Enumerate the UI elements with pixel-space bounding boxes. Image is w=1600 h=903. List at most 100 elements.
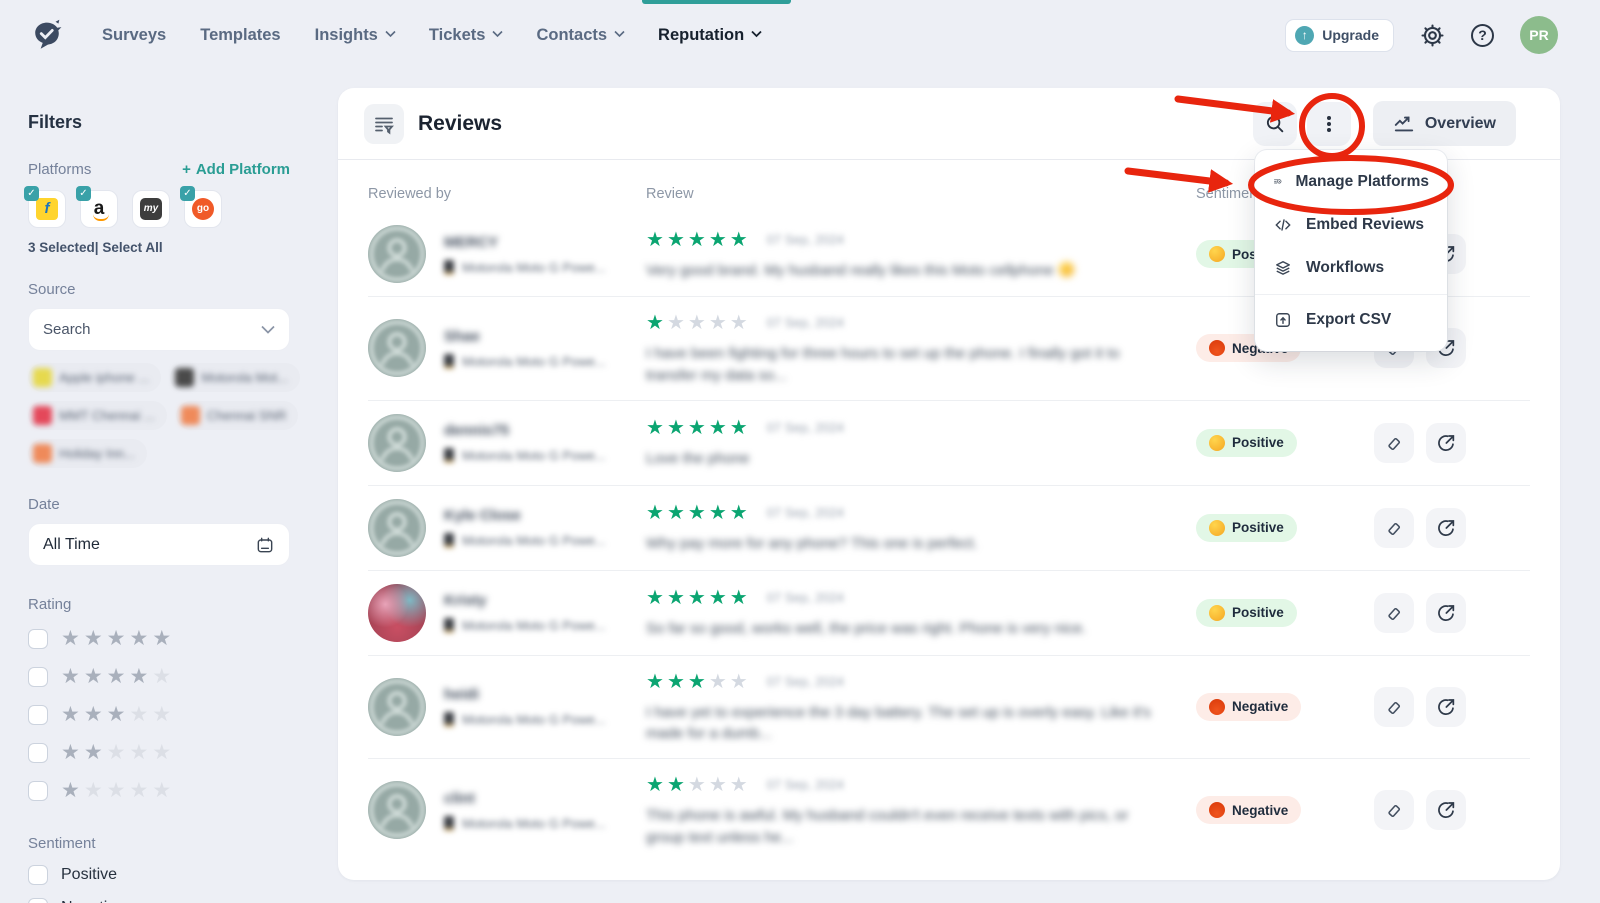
product-label: Motorola Moto G Powe... <box>444 618 606 633</box>
review-text: This phone is awful. My husband couldn't… <box>646 805 1151 849</box>
checkbox[interactable] <box>28 898 48 903</box>
source-tag[interactable]: Chennai SNR <box>176 401 299 430</box>
platforms-label: Platforms <box>28 161 91 178</box>
check-icon: ✓ <box>180 186 195 201</box>
platform-flipkart[interactable]: ✓ f <box>28 190 66 228</box>
product-label: Motorola Moto G Powe... <box>444 448 606 463</box>
column-header-review: Review <box>646 186 1196 202</box>
nav-item-surveys[interactable]: Surveys <box>102 0 166 70</box>
checkbox[interactable] <box>28 781 48 801</box>
kebab-menu-icon <box>1319 114 1339 134</box>
open-review-button[interactable] <box>1426 423 1466 463</box>
user-avatar[interactable]: PR <box>1520 16 1558 54</box>
search-icon <box>1264 113 1286 135</box>
more-options-menu: Manage Platforms Embed Reviews Workflows… <box>1255 150 1447 351</box>
date-label: Date <box>28 496 314 513</box>
create-ticket-button[interactable] <box>1374 508 1414 548</box>
checkbox[interactable] <box>28 705 48 725</box>
sentiment-badge: Positive <box>1196 599 1297 627</box>
rating-filter-2[interactable]: ★★★★★ <box>28 740 314 765</box>
open-review-button[interactable] <box>1426 687 1466 727</box>
sentiment-badge: Negative <box>1196 796 1301 824</box>
source-search-select[interactable]: Search <box>28 308 290 351</box>
table-row[interactable]: heidi Motorola Moto G Powe... ★★★★★07 Se… <box>368 655 1530 759</box>
checkbox[interactable] <box>28 629 48 649</box>
share-icon <box>1435 799 1457 821</box>
product-label: Motorola Moto G Powe... <box>444 816 606 831</box>
search-button[interactable] <box>1253 102 1297 146</box>
open-review-button[interactable] <box>1426 790 1466 830</box>
page-title: Reviews <box>418 112 502 136</box>
menu-item-embed-reviews[interactable]: Embed Reviews <box>1255 203 1447 246</box>
share-icon <box>1435 602 1457 624</box>
rating-filter-1[interactable]: ★★★★★ <box>28 778 314 803</box>
flipkart-icon: f <box>36 198 58 220</box>
export-icon <box>1273 310 1293 330</box>
menu-item-workflows[interactable]: Workflows <box>1255 246 1447 289</box>
platform-tiles: ✓ f ✓ a ✓ my ✓ go <box>28 190 314 228</box>
sentiment-filter-positive[interactable]: Positive <box>28 865 314 885</box>
nav-item-contacts[interactable]: Contacts <box>536 0 624 70</box>
review-date: 07 Sep, 2024 <box>767 315 844 330</box>
source-tag[interactable]: MMT Chennai ... <box>28 401 167 430</box>
app-logo-icon[interactable] <box>28 16 66 54</box>
source-tag[interactable]: Motorola Mot... <box>170 363 300 392</box>
checkbox[interactable] <box>28 667 48 687</box>
review-text: Why pay more for any phone? This one is … <box>646 533 1151 555</box>
create-ticket-button[interactable] <box>1374 593 1414 633</box>
sentiment-filter-negative[interactable]: Negative <box>28 898 314 903</box>
more-options-button[interactable] <box>1307 102 1351 146</box>
nav-item-insights[interactable]: Insights <box>315 0 395 70</box>
rating-filter-5[interactable]: ★★★★★ <box>28 626 314 651</box>
chevron-down-icon <box>385 30 395 40</box>
date-range-select[interactable]: All Time <box>28 523 290 566</box>
checkbox[interactable] <box>28 743 48 763</box>
check-icon: ✓ <box>76 186 91 201</box>
reviewer-avatar <box>368 225 426 283</box>
create-ticket-button[interactable] <box>1374 790 1414 830</box>
checkbox[interactable] <box>28 865 48 885</box>
select-all-link[interactable]: Select All <box>102 240 162 255</box>
add-platform-button[interactable]: + Add Platform <box>182 161 290 178</box>
menu-item-export-csv[interactable]: Export CSV <box>1255 294 1447 341</box>
makemytrip-icon: my <box>140 198 162 220</box>
rating-filter-3[interactable]: ★★★★★ <box>28 702 314 727</box>
rating-filter-4[interactable]: ★★★★★ <box>28 664 314 689</box>
sentiment-badge: Positive <box>1196 429 1297 457</box>
help-icon[interactable]: ? <box>1471 24 1494 47</box>
open-review-button[interactable] <box>1426 508 1466 548</box>
tag-icon <box>181 406 200 425</box>
source-tag[interactable]: Apple iphone ... <box>28 363 161 392</box>
reviewer-name: Kristy <box>444 592 606 609</box>
star-rating: ★★★★★ <box>646 585 751 610</box>
nav-item-reputation[interactable]: Reputation <box>658 0 761 70</box>
amazon-icon: a <box>94 202 105 216</box>
platform-amazon[interactable]: ✓ a <box>80 190 118 228</box>
menu-item-manage-platforms[interactable]: Manage Platforms <box>1255 160 1447 203</box>
table-row[interactable]: dennis75 Motorola Moto G Powe... ★★★★★07… <box>368 400 1530 485</box>
sentiment-label: Sentiment <box>28 835 314 852</box>
chevron-down-icon <box>261 321 275 339</box>
create-ticket-button[interactable] <box>1374 423 1414 463</box>
table-row[interactable]: Kristy Motorola Moto G Powe... ★★★★★07 S… <box>368 570 1530 655</box>
table-row[interactable]: clint Motorola Moto G Powe... ★★★★★07 Se… <box>368 758 1530 862</box>
check-icon: ✓ <box>24 186 39 201</box>
phone-icon <box>444 260 454 275</box>
create-ticket-button[interactable] <box>1374 687 1414 727</box>
goibibo-icon: go <box>192 198 214 220</box>
table-row[interactable]: Kyle Close Motorola Moto G Powe... ★★★★★… <box>368 485 1530 570</box>
platform-goibibo[interactable]: ✓ go <box>184 190 222 228</box>
open-review-button[interactable] <box>1426 593 1466 633</box>
overview-button[interactable]: Overview <box>1373 101 1516 146</box>
product-label: Motorola Moto G Powe... <box>444 712 606 727</box>
star-rating: ★★★★★ <box>646 669 751 694</box>
platform-makemytrip[interactable]: ✓ my <box>132 190 170 228</box>
upgrade-button[interactable]: ↑ Upgrade <box>1285 19 1394 52</box>
share-icon <box>1435 432 1457 454</box>
star-rating: ★★★★★ <box>646 310 751 335</box>
settings-gear-icon[interactable] <box>1420 23 1445 48</box>
nav-item-templates[interactable]: Templates <box>200 0 280 70</box>
nav-item-tickets[interactable]: Tickets <box>429 0 503 70</box>
source-tag[interactable]: Holiday Inn... <box>28 439 147 468</box>
star-rating: ★★★★★ <box>646 500 751 525</box>
